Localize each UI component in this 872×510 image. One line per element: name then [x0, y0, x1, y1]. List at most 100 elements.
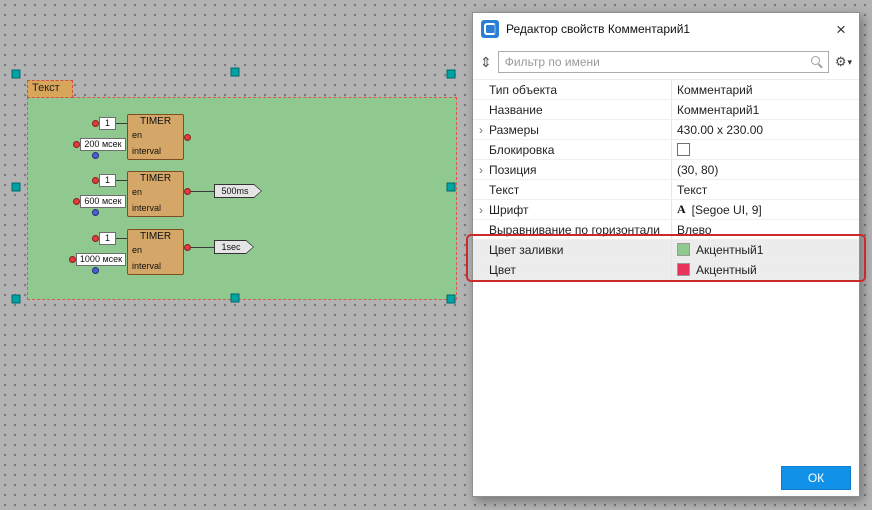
property-value[interactable]: Текст: [671, 180, 859, 199]
timer-interval-port: interval: [132, 203, 161, 213]
chevron-down-icon: ▾: [847, 57, 852, 68]
expand-chevron-icon[interactable]: ›: [473, 164, 489, 176]
properties-dialog: Редактор свойств Комментарий1 × ⇕ ⚙ ▾ Ти…: [472, 12, 860, 497]
input-pin[interactable]: [92, 267, 99, 274]
timer-block[interactable]: TIMER en interval: [127, 229, 184, 275]
comment-tab[interactable]: Текст: [27, 80, 73, 98]
property-value[interactable]: Комментарий1: [671, 100, 859, 119]
output-pin[interactable]: [184, 188, 191, 195]
property-name: Текст: [489, 183, 671, 197]
property-value[interactable]: Акцентный: [671, 260, 859, 279]
dialog-toolbar: ⇕ ⚙ ▾: [473, 45, 859, 79]
property-value: [671, 140, 859, 159]
timer-block[interactable]: TIMER en interval: [127, 171, 184, 217]
color-name: Акцентный: [696, 263, 757, 277]
wire: [116, 180, 127, 181]
timer-en-port: en: [132, 130, 142, 140]
property-row-color: Цвет Акцентный: [473, 260, 859, 280]
comment-tab-label: Текст: [32, 82, 60, 94]
color-name: Акцентный1: [696, 243, 763, 257]
properties-editor-icon: [481, 20, 499, 38]
property-value[interactable]: Акцентный1: [671, 240, 859, 259]
output-tag[interactable]: 500ms: [214, 184, 262, 198]
output-pin[interactable]: [184, 244, 191, 251]
expand-chevron-icon[interactable]: ›: [473, 124, 489, 136]
property-name: Цвет: [489, 263, 671, 277]
input-pin[interactable]: [92, 177, 99, 184]
property-row: › Позиция (30, 80): [473, 160, 859, 180]
property-value[interactable]: Влево: [671, 220, 859, 239]
dialog-titlebar[interactable]: Редактор свойств Комментарий1 ×: [473, 13, 859, 45]
property-row: › Шрифт A [Segoe UI, 9]: [473, 200, 859, 220]
wire: [116, 123, 127, 124]
output-tag-label: 500ms: [215, 185, 261, 197]
timer-interval-port: interval: [132, 261, 161, 271]
selection-handle[interactable]: [231, 294, 240, 303]
font-value: [Segoe UI, 9]: [692, 203, 762, 217]
property-row: Блокировка: [473, 140, 859, 160]
property-value[interactable]: (30, 80): [671, 160, 859, 179]
property-name: Блокировка: [489, 143, 671, 157]
selection-handle[interactable]: [447, 295, 456, 304]
input-pin[interactable]: [92, 152, 99, 159]
property-row: Выравнивание по горизонтали Влево: [473, 220, 859, 240]
output-tag-label: 1sec: [215, 241, 253, 253]
ok-button[interactable]: ОК: [781, 466, 851, 490]
lock-checkbox[interactable]: [677, 143, 690, 156]
selection-handle[interactable]: [447, 70, 456, 79]
wire: [190, 191, 214, 192]
wrench-icon: ⚙: [835, 54, 847, 70]
constant-value[interactable]: 200 мсек: [80, 138, 126, 151]
output-pin[interactable]: [184, 134, 191, 141]
property-value[interactable]: Комментарий: [671, 80, 859, 99]
timer-title: TIMER: [128, 231, 183, 242]
selection-handle[interactable]: [231, 68, 240, 77]
color-swatch[interactable]: [677, 243, 690, 256]
expand-chevron-icon[interactable]: ›: [473, 204, 489, 216]
input-pin[interactable]: [73, 141, 80, 148]
selection-handle[interactable]: [12, 183, 21, 192]
constant-value[interactable]: 600 мсек: [80, 195, 126, 208]
search-icon: [811, 56, 820, 65]
input-pin[interactable]: [92, 209, 99, 216]
timer-title: TIMER: [128, 116, 183, 127]
input-pin[interactable]: [73, 198, 80, 205]
output-tag[interactable]: 1sec: [214, 240, 254, 254]
expand-collapse-icon[interactable]: ⇕: [480, 55, 492, 69]
property-name: Цвет заливки: [489, 243, 671, 257]
property-name: Шрифт: [489, 203, 671, 217]
color-swatch[interactable]: [677, 263, 690, 276]
wire: [190, 247, 214, 248]
timer-en-port: en: [132, 187, 142, 197]
filter-input[interactable]: [498, 51, 829, 73]
input-pin[interactable]: [92, 120, 99, 127]
property-value[interactable]: 430.00 x 230.00: [671, 120, 859, 139]
property-name: Выравнивание по горизонтали: [489, 223, 671, 237]
settings-dropdown-button[interactable]: ⚙ ▾: [835, 54, 852, 70]
property-name: Тип объекта: [489, 83, 671, 97]
timer-title: TIMER: [128, 173, 183, 184]
property-row: › Размеры 430.00 x 230.00: [473, 120, 859, 140]
constant-value[interactable]: 1: [99, 174, 116, 187]
property-name: Название: [489, 103, 671, 117]
dialog-title: Редактор свойств Комментарий1: [506, 22, 690, 36]
property-name: Размеры: [489, 123, 671, 137]
property-row: Название Комментарий1: [473, 100, 859, 120]
timer-block[interactable]: TIMER en interval: [127, 114, 184, 160]
font-letter-icon: A: [677, 202, 686, 217]
wire: [116, 238, 127, 239]
property-value[interactable]: A [Segoe UI, 9]: [671, 200, 859, 219]
input-pin[interactable]: [92, 235, 99, 242]
input-pin[interactable]: [69, 256, 76, 263]
constant-value[interactable]: 1: [99, 117, 116, 130]
constant-value[interactable]: 1000 мсек: [76, 253, 126, 266]
property-grid: Тип объекта Комментарий Название Коммент…: [473, 79, 859, 280]
property-row: Текст Текст: [473, 180, 859, 200]
selection-handle[interactable]: [447, 183, 456, 192]
constant-value[interactable]: 1: [99, 232, 116, 245]
property-row-fill-color: Цвет заливки Акцентный1: [473, 240, 859, 260]
timer-en-port: en: [132, 245, 142, 255]
selection-handle[interactable]: [12, 295, 21, 304]
close-icon[interactable]: ×: [831, 21, 851, 38]
selection-handle[interactable]: [12, 70, 21, 79]
